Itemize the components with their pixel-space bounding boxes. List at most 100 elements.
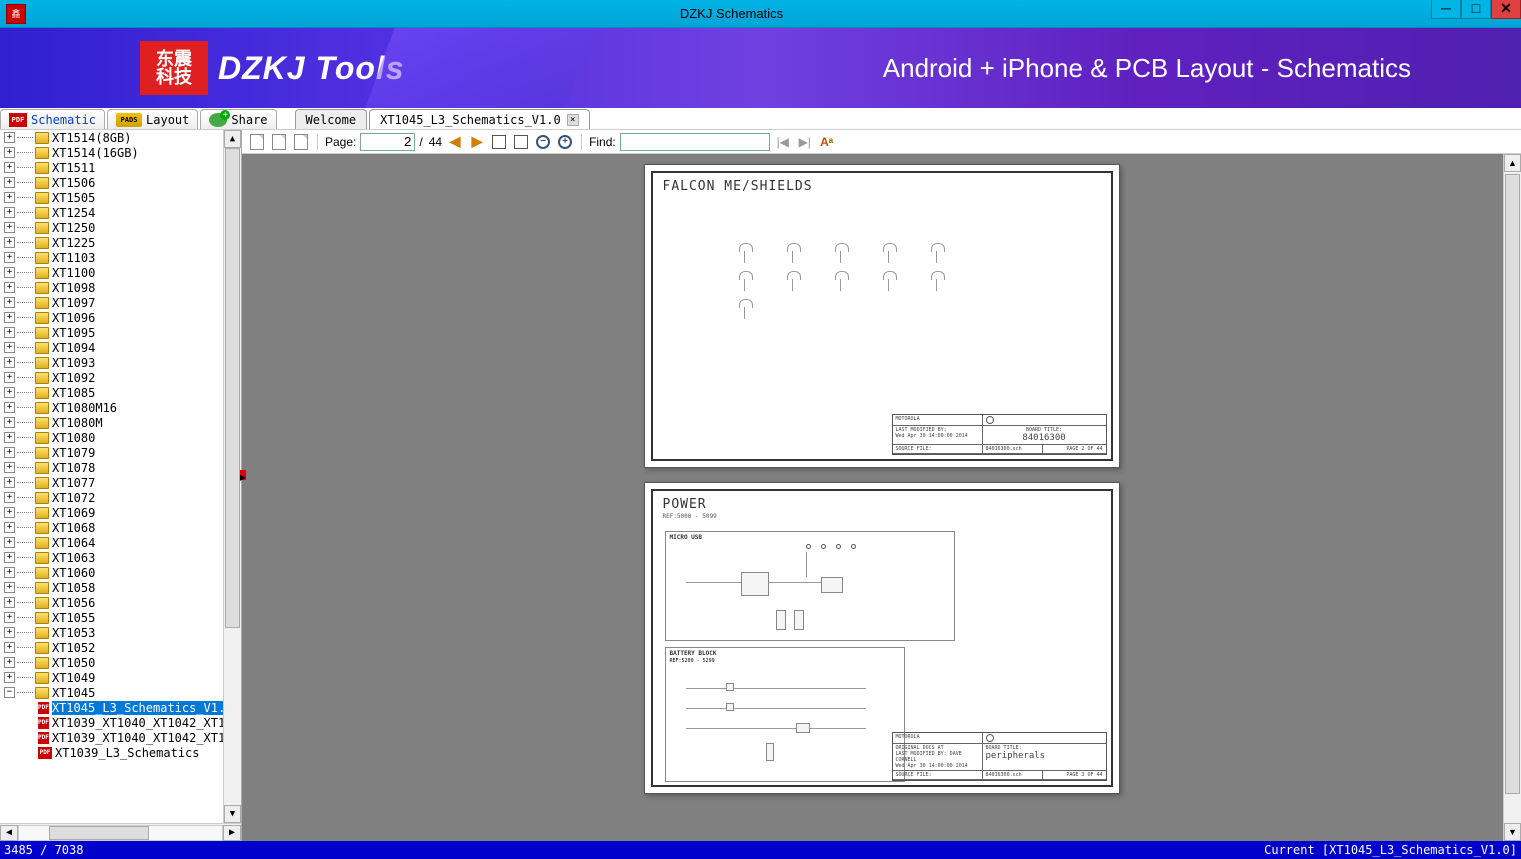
viewer-scroll-thumb[interactable] (1505, 174, 1520, 794)
tree-folder-item[interactable]: XT1055 (0, 610, 223, 625)
close-button[interactable]: ✕ (1491, 0, 1521, 19)
pdf-viewer[interactable]: FALCON ME/SHIELDS MOTOROLA LA (242, 154, 1521, 841)
tree-folder-item[interactable]: XT1068 (0, 520, 223, 535)
expand-icon[interactable] (4, 657, 15, 668)
scroll-down-arrow-icon[interactable]: ▼ (1504, 823, 1521, 841)
expand-icon[interactable] (4, 327, 15, 338)
tree-folder-item[interactable]: XT1093 (0, 355, 223, 370)
expand-icon[interactable] (4, 402, 15, 413)
tree-folder-item[interactable]: XT1052 (0, 640, 223, 655)
expand-icon[interactable] (4, 357, 15, 368)
tree-hscroll-thumb[interactable] (49, 826, 149, 840)
tree-horizontal-scrollbar[interactable]: ◀ ▶ (0, 823, 241, 841)
maximize-button[interactable]: □ (1461, 0, 1491, 19)
continuous-page-button[interactable] (270, 133, 288, 151)
tree-folder-item[interactable]: XT1254 (0, 205, 223, 220)
expand-icon[interactable] (4, 597, 15, 608)
expand-icon[interactable] (4, 522, 15, 533)
doc-tab-close-icon[interactable]: × (567, 114, 579, 126)
tree-folder-item[interactable]: XT1056 (0, 595, 223, 610)
tree-file-item[interactable]: PDFXT1045_L3_Schematics_V1.0 (0, 700, 223, 715)
tree-folder-item[interactable]: XT1225 (0, 235, 223, 250)
tree-folder-item[interactable]: XT1058 (0, 580, 223, 595)
expand-icon[interactable] (4, 642, 15, 653)
tree-folder-item[interactable]: XT1096 (0, 310, 223, 325)
zoom-out-button[interactable]: − (534, 133, 552, 151)
tab-layout[interactable]: PADS Layout (107, 109, 198, 129)
doc-tab-welcome[interactable]: Welcome (295, 109, 368, 129)
tree-folder-item[interactable]: XT1094 (0, 340, 223, 355)
page-number-input[interactable] (360, 133, 415, 151)
zoom-in-button[interactable]: + (556, 133, 574, 151)
expand-icon[interactable] (4, 387, 15, 398)
tab-schematic[interactable]: PDF Schematic (0, 109, 105, 129)
expand-icon[interactable] (4, 432, 15, 443)
tree-vertical-scrollbar[interactable]: ▲ ▼ (223, 130, 241, 823)
fit-page-button[interactable] (512, 133, 530, 151)
tree-folder-item[interactable]: XT1078 (0, 460, 223, 475)
expand-icon[interactable] (4, 222, 15, 233)
tree-folder-item[interactable]: XT1100 (0, 265, 223, 280)
tree-folder-item[interactable]: XT1064 (0, 535, 223, 550)
match-case-button[interactable]: Aᵃ (818, 133, 836, 151)
find-next-button[interactable]: ▶| (796, 133, 814, 151)
expand-icon[interactable] (4, 147, 15, 158)
tree-folder-item[interactable]: XT1098 (0, 280, 223, 295)
tree-folder-item[interactable]: XT1080M16 (0, 400, 223, 415)
tree-folder-item[interactable]: XT1097 (0, 295, 223, 310)
expand-icon[interactable] (4, 177, 15, 188)
tree-folder-item[interactable]: XT1072 (0, 490, 223, 505)
single-page-button[interactable] (248, 133, 266, 151)
expand-icon[interactable] (4, 567, 15, 578)
tree-folder-item[interactable]: XT1079 (0, 445, 223, 460)
expand-icon[interactable] (4, 267, 15, 278)
tree-folder-item[interactable]: XT1063 (0, 550, 223, 565)
tree-file-item[interactable]: PDFXT1039_XT1040_XT1042_XT1045_I (0, 715, 223, 730)
tree-folder-item[interactable]: XT1085 (0, 385, 223, 400)
scroll-right-arrow-icon[interactable]: ▶ (223, 825, 241, 841)
expand-icon[interactable] (4, 477, 15, 488)
tree-folder-item[interactable]: XT1250 (0, 220, 223, 235)
tree-folder-item[interactable]: XT1077 (0, 475, 223, 490)
model-tree[interactable]: XT1514(8GB)XT1514(16GB)XT1511XT1506XT150… (0, 130, 223, 823)
splitter-handle[interactable]: ▸ (240, 470, 246, 480)
tree-folder-item[interactable]: XT1092 (0, 370, 223, 385)
tree-folder-item[interactable]: XT1069 (0, 505, 223, 520)
tree-file-item[interactable]: PDFXT1039_XT1040_XT1042_XT1045_I (0, 730, 223, 745)
expand-icon[interactable] (4, 417, 15, 428)
expand-icon[interactable] (4, 507, 15, 518)
tree-folder-item[interactable]: XT1511 (0, 160, 223, 175)
fit-width-button[interactable] (490, 133, 508, 151)
expand-icon[interactable] (4, 192, 15, 203)
expand-icon[interactable] (4, 132, 15, 143)
tree-scroll-thumb[interactable] (225, 148, 240, 628)
scroll-left-arrow-icon[interactable]: ◀ (0, 825, 18, 841)
doc-tab-active[interactable]: XT1045_L3_Schematics_V1.0 × (369, 109, 590, 129)
expand-icon[interactable] (4, 537, 15, 548)
scroll-up-arrow-icon[interactable]: ▲ (1504, 154, 1521, 172)
tree-folder-item[interactable]: XT1506 (0, 175, 223, 190)
tree-folder-item[interactable]: XT1050 (0, 655, 223, 670)
next-page-button[interactable]: ▶ (468, 133, 486, 151)
tree-folder-item[interactable]: XT1505 (0, 190, 223, 205)
tree-folder-item[interactable]: XT1049 (0, 670, 223, 685)
expand-icon[interactable] (4, 297, 15, 308)
scroll-up-arrow-icon[interactable]: ▲ (224, 130, 241, 148)
expand-icon[interactable] (4, 627, 15, 638)
tree-folder-item[interactable]: XT1060 (0, 565, 223, 580)
expand-icon[interactable] (4, 582, 15, 593)
expand-icon[interactable] (4, 282, 15, 293)
tree-folder-item[interactable]: XT1103 (0, 250, 223, 265)
expand-icon[interactable] (4, 612, 15, 623)
expand-icon[interactable] (4, 372, 15, 383)
collapse-icon[interactable] (4, 687, 15, 698)
tree-folder-item[interactable]: XT1080 (0, 430, 223, 445)
tree-folder-item[interactable]: XT1514(8GB) (0, 130, 223, 145)
find-prev-button[interactable]: |◀ (774, 133, 792, 151)
tree-folder-item[interactable]: XT1514(16GB) (0, 145, 223, 160)
expand-icon[interactable] (4, 672, 15, 683)
expand-icon[interactable] (4, 162, 15, 173)
expand-icon[interactable] (4, 552, 15, 563)
expand-icon[interactable] (4, 462, 15, 473)
find-input[interactable] (620, 133, 770, 151)
